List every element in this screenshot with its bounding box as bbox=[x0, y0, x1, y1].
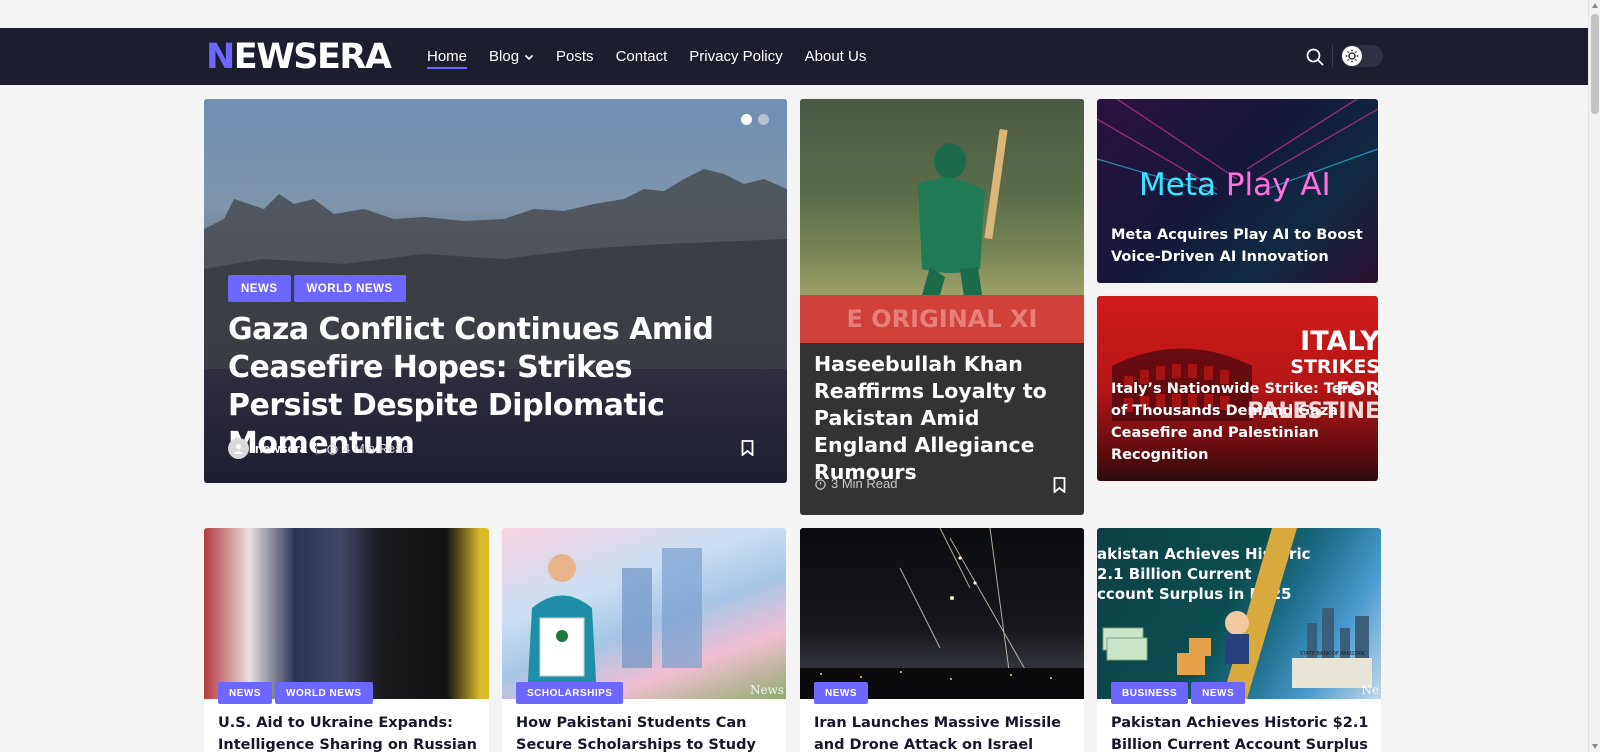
tag-business[interactable]: BUSINESS bbox=[1111, 682, 1189, 704]
nav-about-us[interactable]: About Us bbox=[805, 28, 867, 85]
nav-blog-label: Blog bbox=[489, 48, 520, 65]
post-image bbox=[800, 528, 1084, 699]
feature-image: E ORIGINAL XI bbox=[800, 99, 1084, 343]
hero-slider[interactable]: NEWS WORLD NEWS Gaza Conflict Continues A… bbox=[204, 99, 787, 483]
bank-sign: STATE BANK OF PAKISTAN bbox=[1300, 651, 1365, 657]
small-card-meta[interactable]: Meta Play AI Meta Acquires Play AI to Bo… bbox=[1097, 99, 1378, 283]
post-image bbox=[204, 528, 489, 699]
author-name[interactable]: newsera bbox=[255, 441, 307, 456]
nav-privacy-policy[interactable]: Privacy Policy bbox=[689, 28, 782, 85]
read-time: 3 Min Read bbox=[831, 476, 898, 491]
toggle-knob bbox=[1342, 46, 1362, 66]
image-watermark: Ne bbox=[1361, 683, 1379, 697]
tag-news[interactable]: NEWS bbox=[814, 682, 868, 704]
image-watermark: News bbox=[749, 683, 784, 697]
hero-tags: NEWS WORLD NEWS bbox=[228, 275, 409, 302]
post-tags: SCHOLARSHIPS bbox=[516, 681, 626, 704]
post-title[interactable]: Iran Launches Massive Missile and Drone … bbox=[814, 712, 1074, 752]
small-card-italy[interactable]: ITALY STRIKES FOR PALESTINE Italy’s Nati… bbox=[1097, 296, 1378, 481]
tag-news[interactable]: NEWS bbox=[218, 682, 272, 704]
browser-top-strip bbox=[0, 0, 1588, 28]
post-image: News bbox=[502, 528, 786, 699]
page-scrollbar[interactable] bbox=[1588, 0, 1600, 752]
tag-scholarships[interactable]: SCHOLARSHIPS bbox=[516, 682, 624, 704]
scrollbar-thumb[interactable] bbox=[1591, 14, 1599, 114]
search-icon[interactable] bbox=[1305, 47, 1325, 67]
bookmark-icon[interactable] bbox=[741, 440, 754, 456]
feature-title[interactable]: Haseebullah Khan Reaffirms Loyalty to Pa… bbox=[814, 351, 1076, 486]
feature-card-cricket[interactable]: E ORIGINAL XI Haseebullah Khan Reaffirms… bbox=[800, 99, 1084, 515]
feature-meta: 3 Min Read bbox=[814, 476, 897, 491]
theme-toggle[interactable] bbox=[1341, 45, 1383, 67]
site-header: NEWSERA Home Blog Posts Contact Privacy … bbox=[0, 28, 1588, 85]
tag-world-news[interactable]: WORLD NEWS bbox=[275, 682, 373, 704]
tag-world-news[interactable]: WORLD NEWS bbox=[293, 275, 406, 302]
post-card-iran[interactable]: NEWS Iran Launches Massive Missile and D… bbox=[800, 528, 1084, 752]
night-sky-illustration bbox=[800, 528, 1084, 699]
finance-illustration: STATE BANK OF PAKISTAN bbox=[1102, 528, 1372, 699]
sun-icon bbox=[1345, 49, 1359, 63]
scroll-down-arrow[interactable] bbox=[1592, 744, 1598, 749]
post-title[interactable]: U.S. Aid to Ukraine Expands: Intelligenc… bbox=[218, 712, 478, 752]
cricketer-illustration: E ORIGINAL XI bbox=[800, 128, 1084, 343]
post-title[interactable]: How Pakistani Students Can Secure Schola… bbox=[516, 712, 776, 752]
nav-contact[interactable]: Contact bbox=[616, 28, 668, 85]
header-divider bbox=[1332, 45, 1333, 67]
nav-posts[interactable]: Posts bbox=[556, 28, 594, 85]
student-illustration bbox=[527, 548, 702, 699]
site-logo[interactable]: NEWSERA bbox=[206, 39, 392, 75]
banner-text: E ORIGINAL XI bbox=[847, 305, 1038, 333]
small-card-title[interactable]: Meta Acquires Play AI to Boost Voice-Dri… bbox=[1111, 224, 1366, 268]
avatar[interactable] bbox=[228, 438, 249, 459]
stopwatch-icon bbox=[815, 477, 826, 490]
post-card-ukraine[interactable]: NEWS WORLD NEWS U.S. Aid to Ukraine Expan… bbox=[204, 528, 489, 752]
meta-image-text: Meta Play AI bbox=[1139, 167, 1331, 203]
scroll-up-arrow[interactable] bbox=[1592, 3, 1598, 8]
hero-meta: newsera 4 Min Read bbox=[228, 438, 410, 459]
user-icon bbox=[233, 443, 244, 454]
tag-news[interactable]: NEWS bbox=[1191, 682, 1246, 704]
post-card-pakistan-surplus[interactable]: akistan Achieves Historic 2.1 Billion Cu… bbox=[1097, 528, 1381, 752]
tag-news[interactable]: NEWS bbox=[228, 275, 291, 302]
small-card-title[interactable]: Italy’s Nationwide Strike: Tens of Thous… bbox=[1111, 378, 1371, 466]
slider-dot-2[interactable] bbox=[758, 114, 769, 125]
meta-separator bbox=[316, 442, 318, 455]
post-tags: BUSINESS NEWS bbox=[1111, 681, 1248, 704]
main-nav: Home Blog Posts Contact Privacy Policy A… bbox=[427, 28, 888, 85]
bookmark-icon[interactable] bbox=[1053, 477, 1066, 493]
read-time: 4 Min Read bbox=[343, 441, 410, 456]
stopwatch-icon bbox=[327, 442, 338, 455]
post-tags: NEWS bbox=[814, 681, 871, 704]
nav-blog[interactable]: Blog bbox=[489, 28, 534, 85]
chevron-down-icon bbox=[524, 54, 534, 60]
post-title[interactable]: Pakistan Achieves Historic $2.1 Billion … bbox=[1111, 712, 1371, 752]
nav-home[interactable]: Home bbox=[427, 28, 468, 85]
slider-dots bbox=[741, 114, 769, 125]
post-image: akistan Achieves Historic 2.1 Billion Cu… bbox=[1097, 528, 1381, 699]
post-tags: NEWS WORLD NEWS bbox=[218, 681, 376, 704]
slider-dot-1[interactable] bbox=[741, 114, 752, 125]
post-card-scholarships[interactable]: News SCHOLARSHIPS How Pakistani Students… bbox=[502, 528, 786, 752]
